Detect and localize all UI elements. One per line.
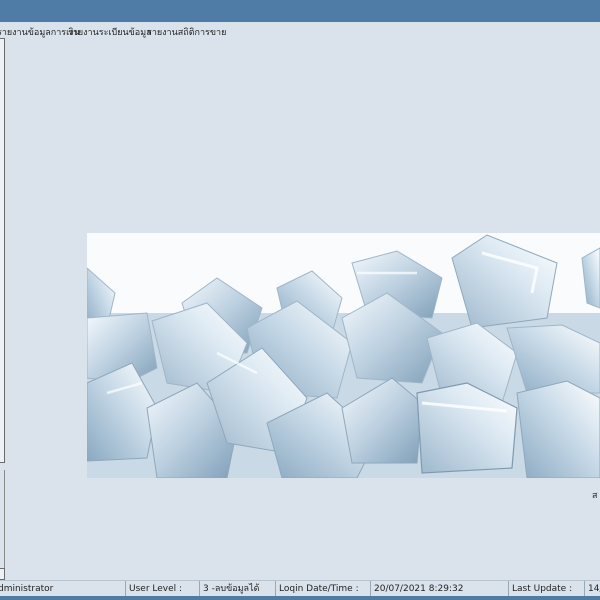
window-titlebar[interactable] — [0, 0, 600, 22]
status-user-name: Administrator — [0, 584, 54, 594]
status-bar: Administrator User Level : 3 -ลบข้อมูลได… — [0, 580, 600, 597]
corner-text: ส — [592, 491, 598, 501]
menu-item-records-report[interactable]: รายงานระเบียนข้อมูล — [68, 25, 152, 39]
menu-item-sales-stats-report[interactable]: รายงานสถิติการขาย — [147, 25, 226, 39]
menu-bar: รายงานข้อมูลการเงิน รายงานระเบียนข้อมูล … — [0, 22, 600, 40]
ice-cubes-image — [87, 233, 600, 478]
status-login-label: Loqin Date/Time : — [275, 581, 370, 597]
status-user-level-label: User Level : — [125, 581, 199, 597]
status-login-value: 20/07/2021 8:29:32 — [370, 581, 508, 597]
status-last-update-label: Last Update : — [508, 581, 584, 597]
status-user-level-value: 3 -ลบข้อมูลได้ — [199, 581, 275, 597]
window-bottom-edge — [0, 596, 600, 600]
status-last-update-value: 14/ — [584, 581, 600, 597]
